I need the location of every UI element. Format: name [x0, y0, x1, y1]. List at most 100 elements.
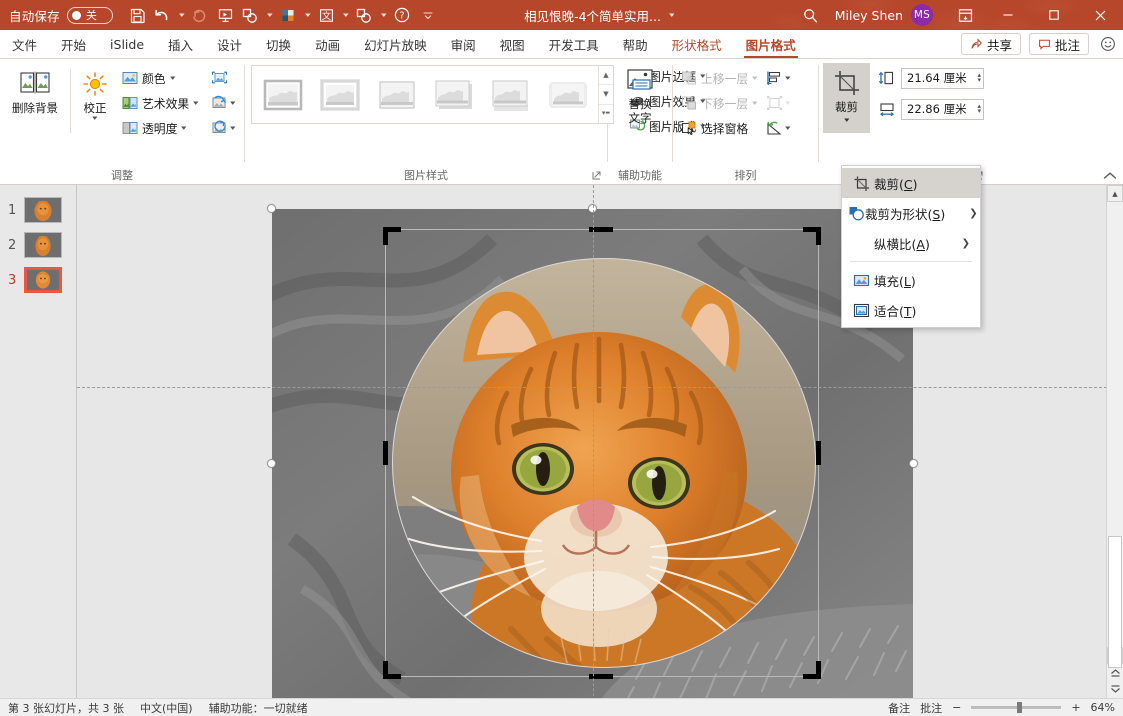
selection-handle-middle-left[interactable]	[267, 459, 276, 468]
picture-color-button[interactable]: 颜色 ▾	[117, 66, 202, 90]
crop-dropdown-menu[interactable]: 裁剪(C) 裁剪为形状(S) ❯ 纵横比(A) ❯ 填充(L) 适合(T)	[841, 165, 981, 328]
crop-button[interactable]: 裁剪 ▾	[823, 63, 870, 133]
save-icon[interactable]	[125, 2, 150, 28]
notes-button[interactable]: 备注	[888, 700, 910, 716]
tab-home[interactable]: 开始	[49, 30, 98, 58]
next-slide-icon[interactable]	[1107, 681, 1123, 698]
tab-picture-format[interactable]: 图片格式	[734, 30, 808, 58]
avatar[interactable]: MS	[911, 4, 933, 26]
text-dropdown-icon[interactable]: ▾	[339, 2, 352, 28]
shape-height-spinner[interactable]: ▴ ▾	[977, 72, 981, 84]
change-picture-button[interactable]: ▾	[208, 91, 238, 115]
selection-handle-middle-right[interactable]	[909, 459, 918, 468]
tab-view[interactable]: 视图	[488, 30, 537, 58]
color-dropdown-icon[interactable]: ▾	[301, 2, 314, 28]
maximize-button[interactable]	[1031, 0, 1077, 30]
transparency-button[interactable]: 透明度 ▾	[117, 116, 202, 140]
autosave-toggle[interactable]: 关	[66, 6, 113, 24]
selection-handle-top-left[interactable]	[267, 204, 276, 213]
reset-picture-button[interactable]: ▾	[208, 116, 238, 140]
picture-style-thumb[interactable]	[427, 72, 480, 117]
shape2-dropdown-icon[interactable]: ▾	[377, 2, 390, 28]
menu-item-fill[interactable]: 填充(L)	[842, 265, 980, 295]
tab-shape-format[interactable]: 形状格式	[660, 30, 734, 58]
corrections-dropdown-icon[interactable]: ▾	[92, 114, 97, 123]
accessibility-label[interactable]: 辅助功能：一切就绪	[209, 700, 308, 716]
slide-info-label[interactable]: 第 3 张幻灯片，共 3 张	[8, 700, 124, 716]
picture-styles-gallery[interactable]: ▲ ▼ ▾ ▬	[251, 65, 614, 124]
tab-design[interactable]: 设计	[205, 30, 254, 58]
change-picture-dropdown-icon[interactable]: ▾	[230, 99, 235, 107]
picture-color-dropdown-icon[interactable]: ▾	[170, 74, 175, 82]
text-tool-icon[interactable]: 文	[314, 2, 339, 28]
picture-style-thumb[interactable]	[484, 72, 537, 117]
menu-item-crop-to-shape[interactable]: 裁剪为形状(S) ❯	[842, 198, 980, 228]
share-button[interactable]: 共享	[960, 33, 1021, 55]
scroll-up-icon[interactable]: ▲	[1107, 185, 1123, 202]
corrections-button[interactable]: 校正 ▾	[75, 65, 115, 123]
crop-handle-left-middle[interactable]	[383, 441, 388, 465]
remove-background-button[interactable]: 删除背景	[4, 65, 66, 115]
rotate-button[interactable]: ▾	[763, 116, 793, 140]
shape2-icon[interactable]	[352, 2, 377, 28]
crop-handle-top-center[interactable]	[589, 227, 613, 232]
zoom-level-label[interactable]: 64%	[1091, 701, 1115, 714]
shape-dropdown-icon[interactable]: ▾	[263, 2, 276, 28]
compress-pictures-button[interactable]	[208, 66, 238, 90]
tab-animations[interactable]: 动画	[303, 30, 352, 58]
minimize-button[interactable]	[985, 0, 1031, 30]
crop-dropdown-icon[interactable]: ▾	[844, 116, 849, 124]
menu-item-aspect-ratio[interactable]: 纵横比(A) ❯	[842, 228, 980, 258]
transparency-dropdown-icon[interactable]: ▾	[182, 124, 187, 132]
reset-picture-dropdown-icon[interactable]: ▾	[230, 124, 235, 132]
tab-transitions[interactable]: 切换	[254, 30, 303, 58]
picture-object[interactable]	[267, 204, 918, 698]
crop-handle-bottom-right-v[interactable]	[816, 661, 821, 679]
artistic-effects-button[interactable]: 艺术效果 ▾	[117, 91, 202, 115]
collapse-ribbon-icon[interactable]	[1103, 171, 1117, 181]
shape-width-input[interactable]: 22.86 厘米 ▴ ▾	[901, 98, 984, 120]
align-button[interactable]: ▾	[763, 66, 793, 90]
menu-item-fit[interactable]: 适合(T)	[842, 295, 980, 325]
slide-thumbnail-3[interactable]: 3	[0, 267, 76, 293]
color-palette-icon[interactable]	[276, 2, 301, 28]
crop-handle-bottom-center[interactable]	[589, 674, 613, 679]
close-button[interactable]	[1077, 0, 1123, 30]
tab-islide[interactable]: iSlide	[98, 30, 156, 58]
title-dropdown-icon[interactable]: ▾	[669, 11, 674, 19]
zoom-in-button[interactable]: +	[1071, 701, 1080, 714]
user-name[interactable]: Miley Shen	[835, 8, 903, 23]
ribbon-display-options-icon[interactable]	[945, 0, 985, 30]
scroll-track[interactable]	[1107, 202, 1123, 668]
undo-icon[interactable]	[150, 2, 175, 28]
picture-style-thumb[interactable]	[313, 72, 366, 117]
language-label[interactable]: 中文(中国)	[140, 700, 193, 716]
redo-icon[interactable]	[188, 2, 213, 28]
zoom-out-button[interactable]: −	[952, 701, 961, 714]
tab-review[interactable]: 审阅	[439, 30, 488, 58]
alt-text-button[interactable]: 替换 文字	[612, 65, 668, 126]
comment-button[interactable]: 批注	[1028, 33, 1089, 55]
comments-button[interactable]: 批注	[920, 700, 942, 716]
shape-height-input[interactable]: 21.64 厘米 ▴ ▾	[901, 67, 984, 89]
zoom-slider-knob[interactable]	[1017, 702, 1023, 713]
crop-handle-top-left-v[interactable]	[383, 227, 388, 245]
align-dropdown-icon[interactable]: ▾	[785, 74, 790, 82]
search-icon[interactable]	[791, 0, 831, 30]
tab-developer[interactable]: 开发工具	[537, 30, 611, 58]
shape-icon[interactable]	[238, 2, 263, 28]
selection-handle-top-center[interactable]	[588, 204, 597, 213]
picture-styles-dialog-launcher-icon[interactable]	[592, 171, 601, 180]
crop-handle-right-middle[interactable]	[816, 441, 821, 465]
scroll-thumb[interactable]	[1108, 536, 1122, 668]
picture-style-thumb[interactable]	[256, 72, 309, 117]
tab-insert[interactable]: 插入	[156, 30, 205, 58]
artistic-effects-dropdown-icon[interactable]: ▾	[193, 99, 198, 107]
tab-file[interactable]: 文件	[0, 30, 49, 58]
tab-help[interactable]: 帮助	[611, 30, 660, 58]
selection-pane-button[interactable]: 选择窗格	[676, 116, 761, 140]
crop-handle-bottom-left-v[interactable]	[383, 661, 388, 679]
feedback-smiley-icon[interactable]	[1093, 30, 1123, 58]
crop-handle-top-right-v[interactable]	[816, 227, 821, 245]
menu-item-crop[interactable]: 裁剪(C)	[842, 168, 980, 198]
